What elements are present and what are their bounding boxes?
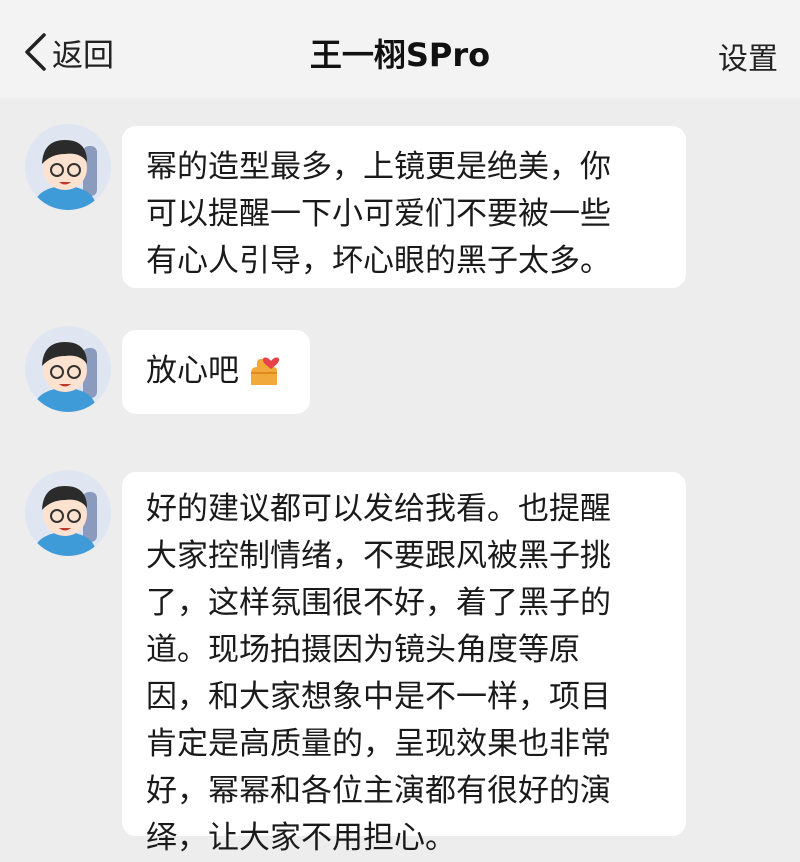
- message-text-line: 了，这样氛围很不好，着了黑子的: [146, 585, 611, 621]
- avatar[interactable]: [25, 326, 111, 412]
- message-text-line: 好的建议都可以发给我看。也提醒: [146, 491, 611, 527]
- message-bubble[interactable]: 放心吧: [122, 330, 310, 414]
- cartoon-avatar-icon: [25, 326, 111, 412]
- message-text-line: 可以提醒一下小可爱们不要被一些: [146, 196, 611, 232]
- message-bubble[interactable]: 幂的造型最多，上镜更是绝美，你 可以提醒一下小可爱们不要被一些 有心人引导，坏心…: [122, 126, 686, 288]
- message-text-line: 放心吧: [146, 348, 286, 395]
- message-text-line: 道。现场拍摄因为镜头角度等原: [146, 632, 580, 668]
- message-text-line: 大家控制情绪，不要跟风被黑子挑: [146, 538, 611, 574]
- settings-button[interactable]: 设置: [718, 34, 778, 78]
- message-text-line: 好，幂幂和各位主演都有很好的演: [146, 773, 611, 809]
- avatar[interactable]: [25, 124, 111, 210]
- message-text-line: 肯定是高质量的，呈现效果也非常: [146, 726, 611, 762]
- message-text-line: 因，和大家想象中是不一样，项目: [146, 679, 611, 715]
- avatar[interactable]: [25, 470, 111, 556]
- message-text-line: 幂的造型最多，上镜更是绝美，你: [146, 149, 611, 185]
- message-bubble[interactable]: 好的建议都可以发给我看。也提醒 大家控制情绪，不要跟风被黑子挑 了，这样氛围很不…: [122, 472, 686, 856]
- message-text-line: 绎，让大家不用担心。: [146, 820, 456, 856]
- message-text: 放心吧: [146, 353, 239, 389]
- chat-title: 王一栩SPro: [309, 36, 491, 74]
- cartoon-avatar-icon: [25, 470, 111, 556]
- message-text-line: 有心人引导，坏心眼的黑子太多。: [146, 243, 611, 279]
- navigation-bar: 返回 王一栩SPro 设置: [0, 0, 800, 98]
- cartoon-avatar-icon: [25, 124, 111, 210]
- hand-heart-emoji-icon: [251, 357, 280, 385]
